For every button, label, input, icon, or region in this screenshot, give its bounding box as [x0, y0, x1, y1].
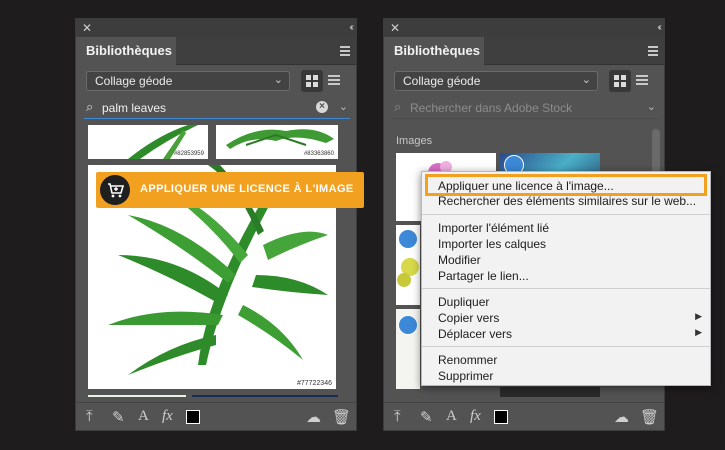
- trash-icon[interactable]: 🗑: [332, 408, 351, 426]
- menu-item-apply-license[interactable]: Appliquer une licence à l'image...: [425, 174, 707, 196]
- search-results: #82853959 #83363860 #77722346: [86, 125, 342, 397]
- apply-license-button[interactable]: APPLIQUER UNE LICENCE À L'IMAGE: [96, 172, 364, 208]
- library-select-value: Collage géode: [95, 74, 173, 88]
- brush-icon[interactable]: ✎: [420, 408, 433, 426]
- grid-view-icon[interactable]: [609, 70, 631, 92]
- submenu-arrow-icon: ▶: [695, 311, 702, 321]
- color-swatch-icon[interactable]: [494, 410, 508, 424]
- library-select[interactable]: Collage géode ⌄: [394, 71, 598, 91]
- thumbnail-id: #77722346: [296, 380, 332, 387]
- collapse-icon[interactable]: ‹‹: [349, 21, 353, 35]
- menu-item-delete[interactable]: Supprimer: [438, 369, 493, 383]
- clear-icon[interactable]: ×: [316, 101, 328, 113]
- check-icon: [398, 315, 418, 335]
- search-bar: ⌕ ⌄: [392, 97, 658, 119]
- fx-icon[interactable]: fx: [470, 408, 481, 425]
- upload-icon[interactable]: ⤒: [394, 408, 401, 425]
- stock-thumbnail[interactable]: [192, 395, 338, 397]
- thumbnail-id: #82853959: [173, 151, 204, 157]
- color-swatch-icon[interactable]: [186, 410, 200, 424]
- menu-separator: [422, 346, 710, 347]
- menu-item-move-to[interactable]: Déplacer vers: [438, 327, 512, 341]
- panel-menu-icon[interactable]: [648, 46, 658, 58]
- stock-thumbnail[interactable]: [88, 395, 186, 397]
- stock-thumbnail[interactable]: #83363860: [216, 125, 338, 159]
- panel-menu-icon[interactable]: [340, 46, 350, 58]
- creative-cloud-icon[interactable]: ☁: [306, 408, 321, 426]
- stock-thumbnail[interactable]: #82853959: [88, 125, 208, 159]
- chevron-down-icon[interactable]: ⌄: [339, 100, 348, 113]
- library-item[interactable]: [500, 387, 600, 397]
- search-icon: ⌕: [394, 99, 402, 114]
- cart-icon: [100, 175, 130, 205]
- brush-icon[interactable]: ✎: [112, 408, 125, 426]
- check-icon: [398, 229, 418, 249]
- search-icon: ⌕: [86, 99, 94, 114]
- apply-license-label: APPLIQUER UNE LICENCE À L'IMAGE: [140, 183, 354, 195]
- thumbnail-id: #83363860: [303, 151, 334, 157]
- libraries-panel-left: ✕ ‹‹ Bibliothèques Collage géode ⌄ ⌕ × ⌄…: [75, 18, 357, 431]
- tab-libraries[interactable]: Bibliothèques: [384, 37, 484, 65]
- search-input[interactable]: [102, 99, 302, 117]
- list-view-icon[interactable]: [328, 75, 340, 87]
- panel-titlebar: ✕ ‹‹: [384, 19, 664, 37]
- chevron-down-icon: ⌄: [273, 74, 283, 86]
- section-label-images: Images: [396, 135, 433, 147]
- submenu-arrow-icon: ▶: [695, 327, 702, 337]
- library-item[interactable]: [396, 309, 420, 389]
- text-icon[interactable]: A: [138, 408, 149, 425]
- menu-item-import-layers[interactable]: Importer les calques: [438, 237, 546, 251]
- grid-view-icon[interactable]: [301, 70, 323, 92]
- text-icon[interactable]: A: [446, 408, 457, 425]
- panel-tab-row: Bibliothèques: [384, 37, 664, 65]
- close-icon[interactable]: ✕: [82, 21, 92, 35]
- panel-tab-row: Bibliothèques: [76, 37, 356, 65]
- library-select-value: Collage géode: [403, 74, 481, 88]
- library-select[interactable]: Collage géode ⌄: [86, 71, 290, 91]
- menu-separator: [422, 214, 710, 215]
- search-bar: ⌕ × ⌄: [84, 97, 350, 119]
- list-view-icon[interactable]: [636, 75, 648, 87]
- collapse-icon[interactable]: ‹‹: [657, 21, 661, 35]
- menu-item-edit[interactable]: Modifier: [438, 253, 481, 267]
- menu-item-import-linked[interactable]: Importer l'élément lié: [438, 221, 549, 235]
- fx-icon[interactable]: fx: [162, 408, 173, 425]
- library-item[interactable]: [396, 225, 420, 305]
- panel-bottom-toolbar: ⤒ ✎ A fx ☁ 🗑: [384, 402, 664, 430]
- menu-item-rename[interactable]: Renommer: [438, 353, 497, 367]
- chevron-down-icon[interactable]: ⌄: [647, 100, 656, 113]
- upload-icon[interactable]: ⤒: [86, 408, 93, 425]
- menu-item-share-link[interactable]: Partager le lien...: [438, 269, 529, 283]
- tab-libraries[interactable]: Bibliothèques: [76, 37, 176, 65]
- menu-item-copy-to[interactable]: Copier vers: [438, 311, 499, 325]
- trash-icon[interactable]: 🗑: [640, 408, 659, 426]
- menu-item-find-similar[interactable]: Rechercher des éléments similaires sur l…: [438, 194, 696, 208]
- menu-separator: [422, 288, 710, 289]
- creative-cloud-icon[interactable]: ☁: [614, 408, 629, 426]
- context-menu: Appliquer une licence à l'image... Reche…: [421, 171, 711, 386]
- menu-item-duplicate[interactable]: Dupliquer: [438, 295, 489, 309]
- chevron-down-icon: ⌄: [581, 74, 591, 86]
- close-icon[interactable]: ✕: [390, 21, 400, 35]
- panel-bottom-toolbar: ⤒ ✎ A fx ☁ 🗑: [76, 402, 356, 430]
- panel-titlebar: ✕ ‹‹: [76, 19, 356, 37]
- search-input[interactable]: [410, 99, 610, 117]
